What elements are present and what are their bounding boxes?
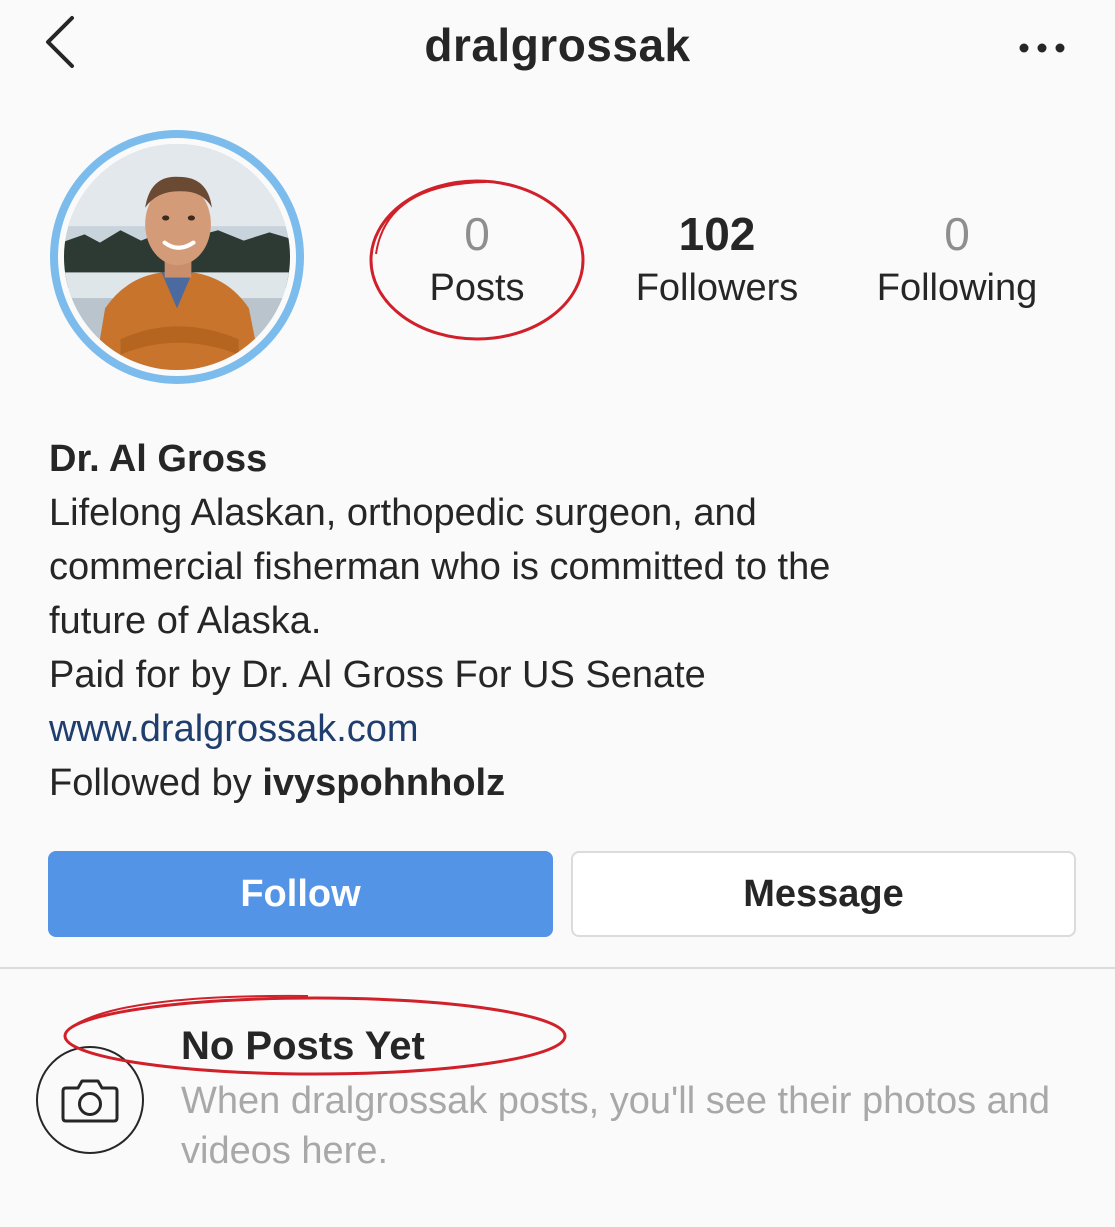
following-stat[interactable]: 0 Following <box>842 204 1072 312</box>
camera-icon <box>61 1079 119 1123</box>
camera-icon-circle <box>36 1046 144 1154</box>
posts-label: Posts <box>429 267 525 309</box>
followers-label: Followers <box>635 267 799 309</box>
page-title: dralgrossak <box>424 19 691 71</box>
message-button[interactable]: Message <box>571 851 1076 937</box>
bio-line: Lifelong Alaskan, orthopedic surgeon, an… <box>49 492 757 534</box>
more-options-button[interactable] <box>1012 30 1072 66</box>
following-label: Following <box>876 267 1038 309</box>
website-link[interactable]: www.dralgrossak.com <box>49 702 1069 756</box>
divider <box>0 967 1115 969</box>
profile-photo <box>64 144 290 370</box>
posts-stat[interactable]: 0 Posts <box>362 204 592 312</box>
posts-count: 0 <box>464 208 490 260</box>
followed-by[interactable]: Followed by ivyspohnholz <box>49 756 1069 810</box>
follow-button[interactable]: Follow <box>48 851 553 937</box>
bio-line: Paid for by Dr. Al Gross For US Senate <box>49 654 706 696</box>
bio-line: future of Alaska. <box>49 600 322 642</box>
empty-state-body: When dralgrossak posts, you'll see their… <box>181 1080 1051 1172</box>
avatar[interactable] <box>50 130 304 384</box>
profile-page: dralgrossak 0 Posts 102 Followers 0 Foll… <box>0 0 1115 1227</box>
followers-stat[interactable]: 102 Followers <box>602 204 832 312</box>
bio-section: Dr. Al Gross Lifelong Alaskan, orthopedi… <box>49 432 1069 810</box>
followers-count: 102 <box>678 208 756 260</box>
more-horizontal-icon <box>1019 43 1065 53</box>
avatar-ring-gap <box>58 138 296 376</box>
profile-name: Dr. Al Gross <box>49 438 268 480</box>
following-count: 0 <box>944 208 970 260</box>
empty-state-title: No Posts Yet <box>181 1024 425 1068</box>
followed-by-prefix: Followed by <box>49 762 263 804</box>
bio-line: commercial fisherman who is committed to… <box>49 546 831 588</box>
followed-by-user[interactable]: ivyspohnholz <box>262 762 505 804</box>
